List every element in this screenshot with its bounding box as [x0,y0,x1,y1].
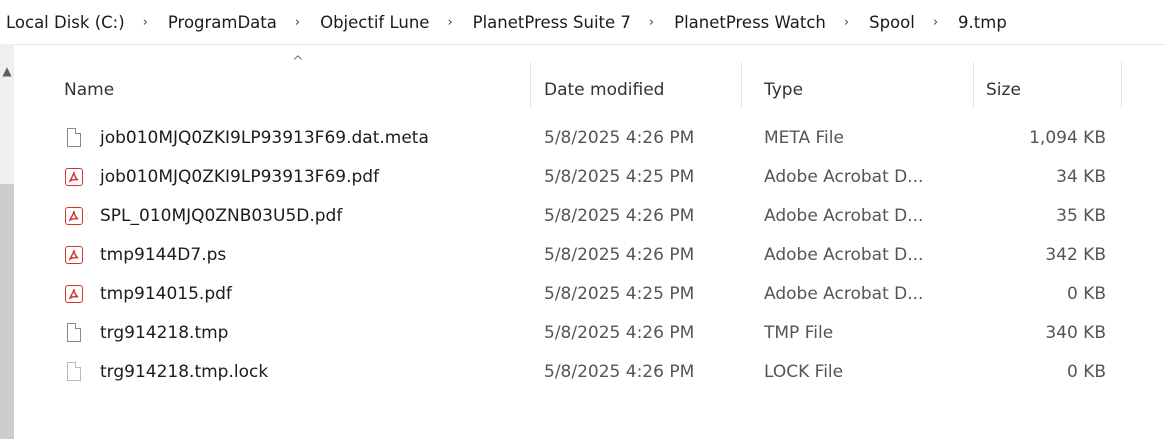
chevron-right-icon[interactable]: › [826,15,863,30]
pdf-icon [65,167,83,186]
file-row[interactable]: job010MJQ0ZKI9LP93913F69.pdf 5/8/2025 4:… [14,157,1165,196]
file-type: Adobe Acrobat D... [764,205,924,226]
file-date-modified: 5/8/2025 4:26 PM [544,244,695,265]
file-row[interactable]: tmp914015.pdf 5/8/2025 4:25 PM Adobe Acr… [14,274,1165,313]
document-icon [67,128,81,147]
file-size: 34 KB [1056,166,1106,187]
chevron-right-icon[interactable]: › [631,15,668,30]
file-name: tmp914015.pdf [100,283,232,304]
pdf-icon [65,206,83,225]
file-type: META File [764,127,844,148]
file-name: tmp9144D7.ps [100,244,227,265]
column-divider[interactable] [530,62,531,108]
file-size: 1,094 KB [1029,127,1106,148]
pdf-icon [65,245,83,264]
file-size: 340 KB [1045,322,1106,343]
chevron-right-icon[interactable]: › [125,15,162,30]
breadcrumb: Local Disk (C:) › ProgramData › Objectif… [0,0,1165,45]
column-header-date-modified[interactable]: Date modified [544,72,664,108]
vertical-scrollbar[interactable]: ▲ [0,44,14,439]
file-name: job010MJQ0ZKI9LP93913F69.dat.meta [100,127,429,148]
file-name: trg914218.tmp.lock [100,361,269,382]
file-date-modified: 5/8/2025 4:25 PM [544,283,695,304]
breadcrumb-planetpress-watch[interactable]: PlanetPress Watch [668,13,826,32]
chevron-right-icon[interactable]: › [429,15,466,30]
file-size: 35 KB [1056,205,1106,226]
scroll-thumb[interactable] [0,184,14,439]
file-date-modified: 5/8/2025 4:26 PM [544,127,695,148]
file-row[interactable]: tmp9144D7.ps 5/8/2025 4:26 PM Adobe Acro… [14,235,1165,274]
file-type: Adobe Acrobat D... [764,283,924,304]
document-icon [67,323,81,342]
file-name: SPL_010MJQ0ZNB03U5D.pdf [100,205,343,226]
column-header-size[interactable]: Size [986,72,1021,108]
column-divider[interactable] [973,62,974,108]
pdf-icon [65,284,83,303]
file-type: LOCK File [764,361,844,382]
column-divider[interactable] [741,62,742,108]
file-row[interactable]: job010MJQ0ZKI9LP93913F69.dat.meta 5/8/20… [14,118,1165,157]
breadcrumb-objectif-lune[interactable]: Objectif Lune [314,13,429,32]
file-date-modified: 5/8/2025 4:26 PM [544,205,695,226]
file-type: Adobe Acrobat D... [764,166,924,187]
file-size: 342 KB [1045,244,1106,265]
breadcrumb-programdata[interactable]: ProgramData [162,13,277,32]
column-header-name[interactable]: Name [64,72,114,108]
file-list: job010MJQ0ZKI9LP93913F69.dat.meta 5/8/20… [14,118,1165,391]
file-date-modified: 5/8/2025 4:26 PM [544,322,695,343]
chevron-right-icon[interactable]: › [277,15,314,30]
column-header-row: ^ Name Date modified Type Size [14,44,1165,124]
column-header-type[interactable]: Type [764,72,803,108]
document-icon [67,362,81,381]
breadcrumb-9-tmp[interactable]: 9.tmp [952,13,1007,32]
file-size: 0 KB [1066,283,1106,304]
breadcrumb-spool[interactable]: Spool [863,13,915,32]
file-name: job010MJQ0ZKI9LP93913F69.pdf [100,166,380,187]
sort-ascending-icon: ^ [292,54,304,70]
chevron-right-icon[interactable]: › [915,15,952,30]
file-size: 0 KB [1066,361,1106,382]
breadcrumb-local-disk[interactable]: Local Disk (C:) [0,13,125,32]
file-row[interactable]: trg914218.tmp.lock 5/8/2025 4:26 PM LOCK… [14,352,1165,391]
file-row[interactable]: trg914218.tmp 5/8/2025 4:26 PM TMP File … [14,313,1165,352]
scroll-up-arrow-icon[interactable]: ▲ [0,44,14,84]
file-date-modified: 5/8/2025 4:25 PM [544,166,695,187]
file-type: TMP File [764,322,834,343]
column-divider[interactable] [1121,62,1122,108]
breadcrumb-planetpress-suite[interactable]: PlanetPress Suite 7 [467,13,631,32]
file-row[interactable]: SPL_010MJQ0ZNB03U5D.pdf 5/8/2025 4:26 PM… [14,196,1165,235]
file-type: Adobe Acrobat D... [764,244,924,265]
file-date-modified: 5/8/2025 4:26 PM [544,361,695,382]
file-name: trg914218.tmp [100,322,229,343]
